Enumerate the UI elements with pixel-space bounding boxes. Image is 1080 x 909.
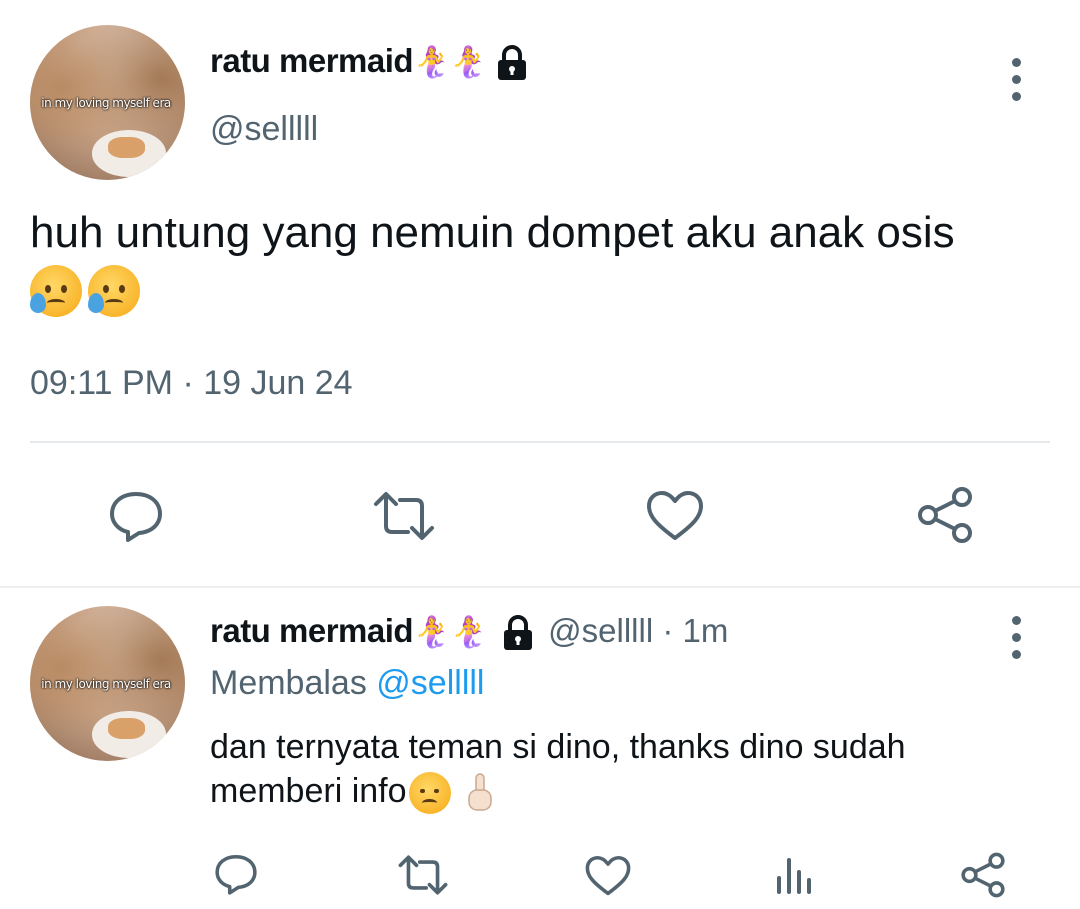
reply-header: ratu mermaid🧜‍♀️🧜‍♀️ @selllll · 1m [210, 612, 728, 651]
avatar[interactable]: in my loving myself era [30, 25, 185, 180]
sad-tear-face-icon [30, 265, 82, 318]
reply-text-line1: dan ternyata teman si dino, thanks dino … [210, 728, 906, 766]
tweet-text: huh untung yang nemuin dompet aku anak o… [30, 205, 1075, 318]
disappointed-face-icon [408, 772, 451, 815]
pointing-up-icon [467, 773, 492, 811]
reply-more-options-icon[interactable] [1012, 616, 1022, 667]
mermaid-emoji: 🧜‍♀️🧜‍♀️ [413, 45, 487, 80]
analytics-icon [777, 858, 811, 894]
reply-handle-time[interactable]: @selllll · 1m [548, 612, 728, 649]
reply-icon [215, 854, 257, 895]
tweet-timestamp[interactable]: 09:11 PM · 19 Jun 24 [30, 364, 353, 403]
reply-button[interactable] [108, 488, 164, 544]
avatar-caption: in my loving myself era [41, 677, 171, 691]
more-options-icon[interactable] [1012, 58, 1022, 109]
share-icon [961, 852, 1005, 898]
reply-analytics-button[interactable] [775, 856, 815, 896]
reply-retweet-button[interactable] [397, 854, 449, 896]
display-name-text: ratu mermaid [210, 42, 414, 79]
replying-prefix: Membalas [210, 664, 367, 702]
reply-text: dan ternyata teman si dino, thanks dino … [210, 725, 1050, 815]
mermaid-emoji: 🧜‍♀️🧜‍♀️ [413, 615, 488, 650]
retweet-button[interactable] [372, 490, 436, 542]
like-icon [647, 491, 703, 540]
share-icon [918, 487, 972, 543]
sad-tear-face-icon [88, 265, 140, 318]
reply-avatar[interactable]: in my loving myself era [30, 606, 185, 761]
reply-share-button[interactable] [960, 852, 1006, 898]
lock-icon [503, 615, 532, 651]
handle[interactable]: @selllll [210, 110, 318, 149]
tweet-text-body: huh untung yang nemuin dompet aku anak o… [30, 208, 955, 257]
reply-reply-button[interactable] [214, 852, 258, 896]
share-button[interactable] [916, 486, 974, 544]
reply-icon [110, 492, 162, 542]
replying-mention-link[interactable]: @selllll [376, 664, 484, 702]
reply-like-button[interactable] [585, 855, 631, 897]
retweet-icon [398, 855, 448, 895]
like-button[interactable] [646, 490, 704, 542]
section-divider [0, 586, 1080, 588]
reply-text-line2: memberi info [210, 772, 407, 810]
divider [30, 441, 1050, 443]
avatar-cake [107, 136, 145, 159]
like-icon [585, 855, 631, 896]
reply-display-name[interactable]: ratu mermaid [210, 612, 414, 649]
retweet-icon [374, 492, 434, 540]
avatar-caption: in my loving myself era [41, 96, 171, 110]
replying-to: Membalas @selllll [210, 664, 485, 703]
lock-icon [498, 45, 527, 81]
display-name[interactable]: ratu mermaid🧜‍♀️🧜‍♀️ [210, 42, 529, 81]
avatar-cake [107, 717, 145, 740]
